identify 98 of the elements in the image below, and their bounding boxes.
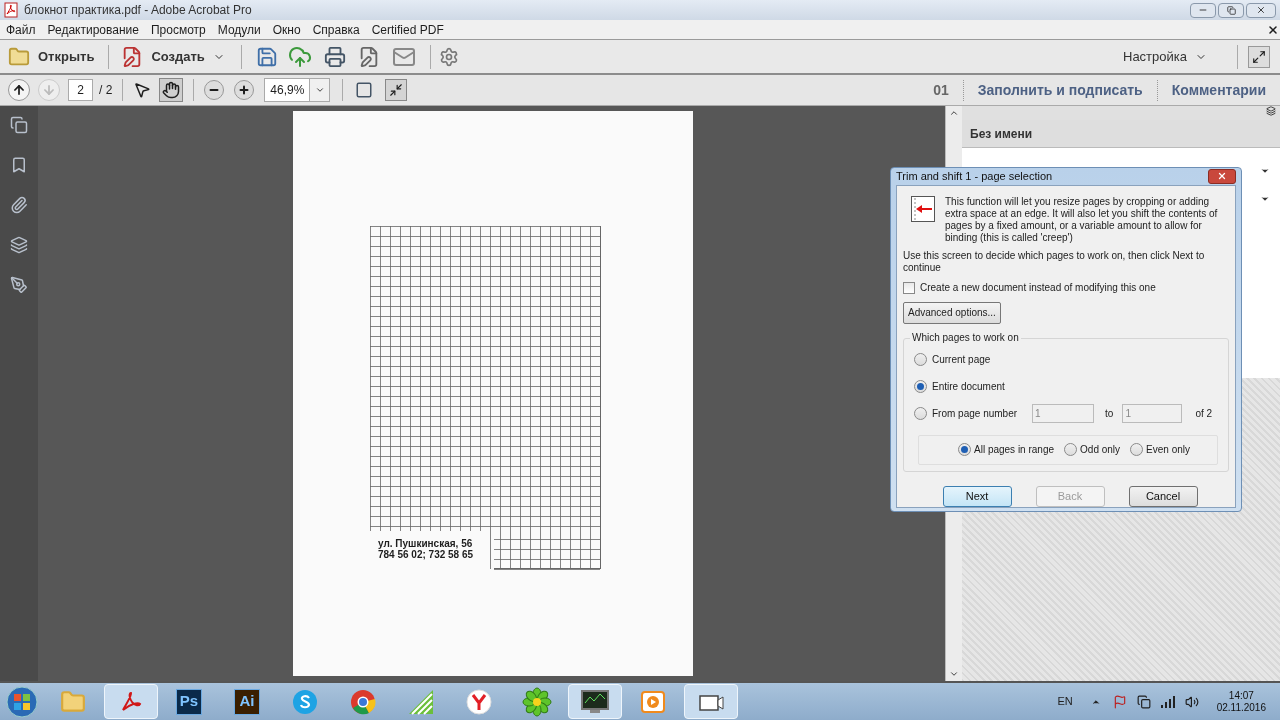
restore-button[interactable]	[1218, 2, 1244, 18]
select-tool-icon[interactable]	[133, 81, 152, 99]
bookmark-icon[interactable]	[10, 156, 28, 174]
radio-button[interactable]	[1064, 443, 1078, 456]
scroll-up-icon[interactable]	[949, 108, 959, 118]
arrow-down-icon	[42, 83, 56, 97]
device-icon[interactable]	[1136, 694, 1151, 709]
close-button[interactable]	[1246, 2, 1276, 18]
address-text: ул. Пушкинская, 56	[378, 538, 473, 549]
dropdown-icon[interactable]	[1260, 166, 1270, 176]
checkbox[interactable]	[903, 281, 915, 294]
task-tab[interactable]: Комментарии	[1156, 79, 1280, 101]
folder-icon	[8, 45, 30, 68]
panel-heading: Без имени	[970, 125, 1033, 143]
radio-label: Even only	[1146, 443, 1190, 456]
group-title: Which pages to work on	[910, 331, 1021, 344]
caret-icon	[314, 85, 325, 95]
dropdown-icon[interactable]	[1260, 194, 1270, 204]
advanced-options-button[interactable]: Advanced options...	[903, 301, 1001, 324]
app-logo: Ps	[176, 688, 202, 715]
menu-item[interactable]: Редактирование	[41, 20, 145, 39]
attachment-icon[interactable]	[10, 196, 28, 214]
minimize-button[interactable]	[1190, 2, 1216, 18]
page-number-field[interactable]: 2	[68, 79, 93, 101]
radio-button[interactable]	[914, 380, 927, 393]
scroll-down-icon[interactable]	[949, 669, 959, 679]
page-total: / 2	[99, 82, 113, 99]
upload-icon[interactable]	[287, 44, 312, 69]
create-button[interactable]: Создать	[115, 41, 231, 72]
close-icon	[1217, 171, 1227, 182]
folder-icon	[60, 688, 86, 715]
radio-button[interactable]	[1130, 443, 1144, 456]
menu-item[interactable]: Модули	[211, 20, 267, 39]
signature-icon[interactable]	[10, 276, 28, 294]
radio-label: Odd only	[1080, 443, 1121, 456]
dialog-button[interactable]: Cancel	[1128, 485, 1198, 507]
layers-icon[interactable]	[10, 236, 28, 254]
expand-icon	[1252, 49, 1266, 64]
customize-button[interactable]: Настройка	[1123, 46, 1207, 67]
close-button[interactable]	[1208, 168, 1236, 184]
close-icon	[1256, 5, 1266, 15]
address-text: 784 56 02; 732 58 65	[378, 549, 474, 560]
menu-item[interactable]: Файл	[0, 20, 42, 39]
intro-text: This function will let you resize pages by cropping or adding extra space at an edge. It will also let you shift the contents of pages by a fixed amount, or a variable amount to allow for binding (this is called 'creep')	[945, 195, 1219, 244]
fit-page-icon	[389, 83, 404, 97]
yandex-icon	[465, 687, 493, 716]
menu-item[interactable]: Окно	[266, 20, 307, 39]
radio-button[interactable]	[958, 443, 971, 456]
hand-tool-button[interactable]	[159, 78, 184, 102]
restore-icon	[1226, 5, 1236, 15]
page-count-text: of 2	[1195, 407, 1213, 420]
zoom-in-button[interactable]	[234, 80, 255, 100]
dialog-button[interactable]: Next	[942, 485, 1012, 507]
fit-page-button[interactable]	[385, 79, 408, 101]
zoom-out-button[interactable]	[204, 80, 225, 100]
radio-label: All pages in range	[974, 443, 1055, 456]
taskbar-app[interactable]	[568, 684, 622, 719]
flower-icon	[522, 686, 552, 717]
pages-icon[interactable]	[10, 116, 28, 134]
taskbar-app[interactable]: Ai	[220, 684, 274, 719]
hint-text: Use this screen to decide which pages to work on, then click Next to continue	[903, 249, 1206, 274]
window-title: блокнот практика.pdf - Adobe Acrobat Pro	[24, 2, 252, 19]
previous-page-button[interactable]	[8, 79, 30, 101]
play-icon	[640, 688, 666, 715]
open-button[interactable]: Открыть	[0, 41, 103, 72]
app-logo: Ai	[234, 688, 260, 715]
fullscreen-button[interactable]	[1248, 45, 1270, 68]
menu-item[interactable]: Certified PDF	[365, 20, 450, 39]
menu-item[interactable]: Просмотр	[144, 20, 212, 39]
pdf-file-icon	[4, 2, 18, 18]
close-document-icon[interactable]	[1267, 23, 1279, 36]
save-icon[interactable]	[255, 45, 278, 68]
dialog-title: Trim and shift 1 - page selection	[896, 169, 1053, 184]
radio-label: Entire document	[932, 380, 1005, 393]
hand-icon	[162, 81, 181, 99]
checkbox-label: Create a new document instead of modifying this one	[920, 281, 1156, 294]
language-indicator[interactable]: EN	[1057, 693, 1073, 710]
radio-button[interactable]	[914, 353, 927, 366]
page-counter: 01	[933, 80, 949, 100]
windows-logo-icon	[6, 685, 38, 718]
clock[interactable]: 14:07 02.11.2016	[1216, 689, 1266, 714]
task-tab[interactable]: Заполнить и подписать	[962, 79, 1157, 101]
radio-button[interactable]	[914, 407, 927, 420]
zoom-field[interactable]: 46,9%	[264, 78, 331, 102]
settings-icon[interactable]	[438, 46, 459, 67]
to-label: to	[1105, 407, 1114, 420]
plus-icon	[238, 84, 251, 96]
monitor-icon	[580, 688, 610, 715]
flag-icon[interactable]	[1112, 694, 1127, 709]
print-icon[interactable]	[323, 45, 346, 68]
radio-label: Current page	[932, 353, 991, 366]
radio-label: From page number	[932, 407, 1018, 420]
menu-item[interactable]: Справка	[306, 20, 366, 39]
skype-icon	[291, 687, 319, 716]
volume-icon[interactable]	[1184, 694, 1199, 709]
taskbar-app[interactable]: Ps	[162, 684, 216, 719]
signal-icon[interactable]	[1160, 695, 1175, 708]
chrome-icon	[349, 687, 377, 716]
